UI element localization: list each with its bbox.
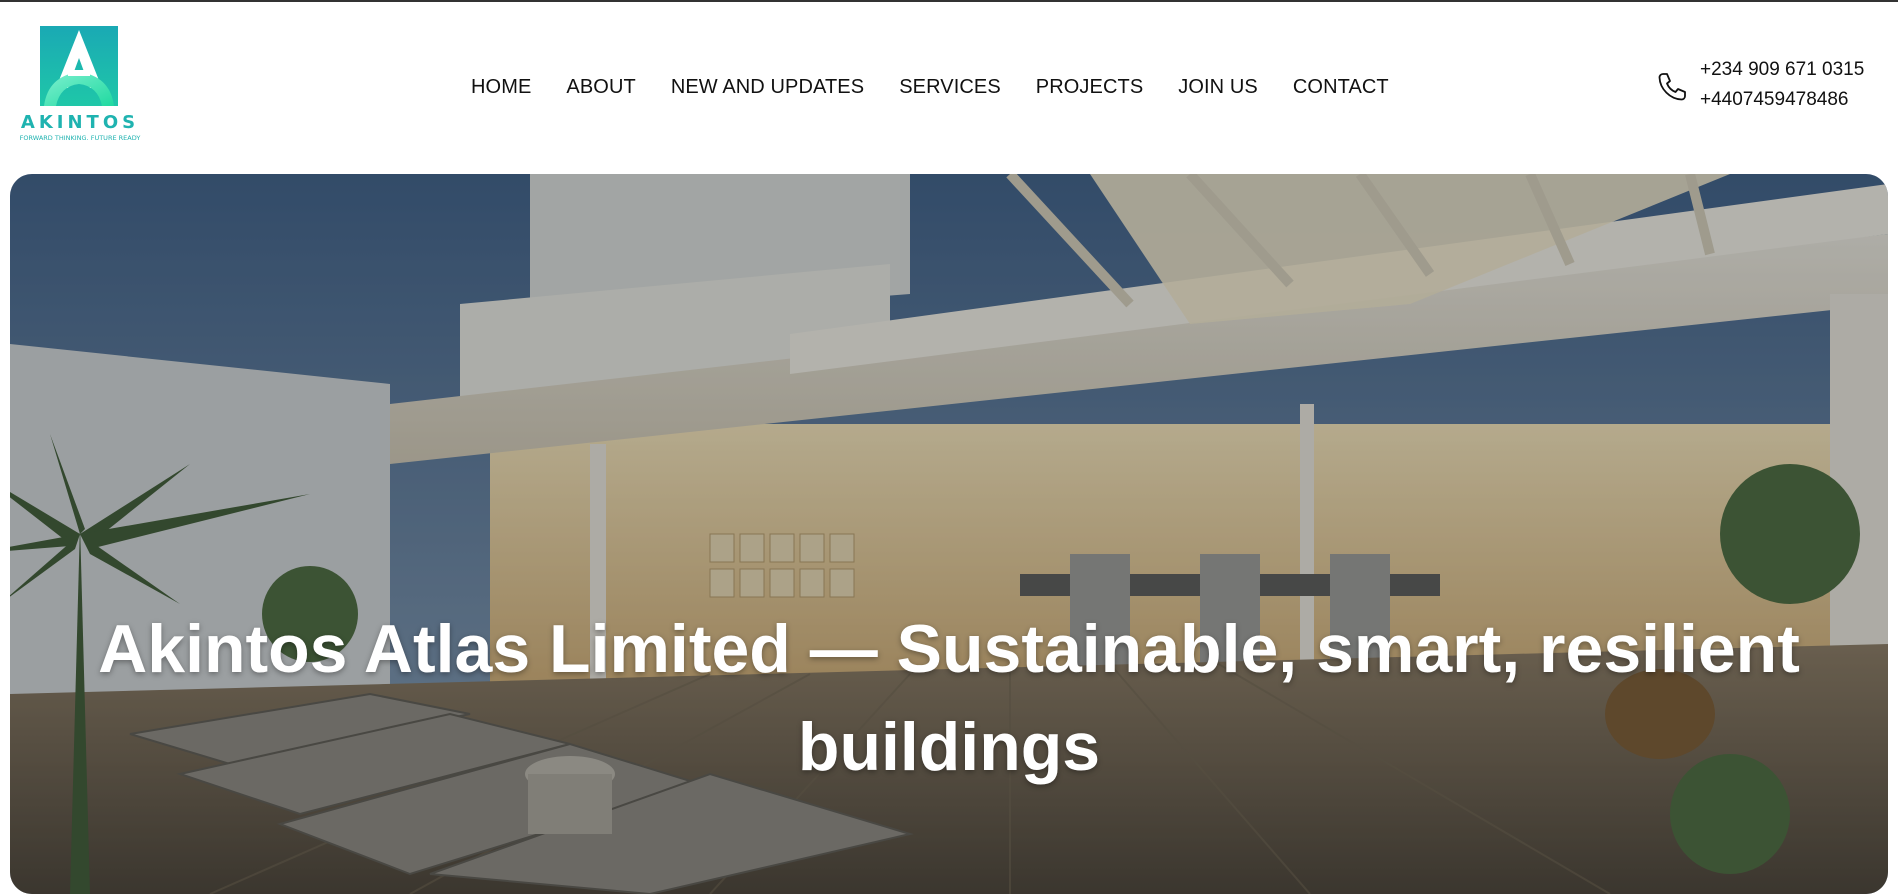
phone-numbers: +234 909 671 0315 +4407459478486 xyxy=(1700,55,1864,115)
nav-news-and-updates[interactable]: NEW AND UPDATES xyxy=(671,76,864,99)
brand-name: AKINTOS xyxy=(20,112,140,133)
nav-services[interactable]: SERVICES xyxy=(899,76,1001,99)
nav-contact[interactable]: CONTACT xyxy=(1293,76,1389,99)
contact-block: +234 909 671 0315 +4407459478486 xyxy=(1656,55,1888,119)
hero-title: Akintos Atlas Limited — Sustainable, sma… xyxy=(98,610,1800,785)
hero-banner: Akintos Atlas Limited — Sustainable, sma… xyxy=(10,174,1888,894)
site-header: AKINTOS FORWARD THINKING. FUTURE READY H… xyxy=(0,2,1898,172)
nav-home[interactable]: HOME xyxy=(471,76,531,99)
phone-icon xyxy=(1658,73,1686,101)
nav-join-us[interactable]: JOIN US xyxy=(1178,76,1258,99)
logo-mark-icon xyxy=(40,26,118,106)
brand-tagline: FORWARD THINKING. FUTURE READY xyxy=(19,134,141,142)
nav-projects[interactable]: PROJECTS xyxy=(1036,76,1143,99)
phone-number-primary[interactable]: +234 909 671 0315 xyxy=(1700,55,1864,85)
phone-number-secondary[interactable]: +4407459478486 xyxy=(1700,85,1864,115)
nav-about[interactable]: ABOUT xyxy=(566,76,635,99)
main-nav: HOME ABOUT NEW AND UPDATES SERVICES PROJ… xyxy=(471,72,1389,102)
brand-logo[interactable]: AKINTOS FORWARD THINKING. FUTURE READY xyxy=(10,26,150,144)
